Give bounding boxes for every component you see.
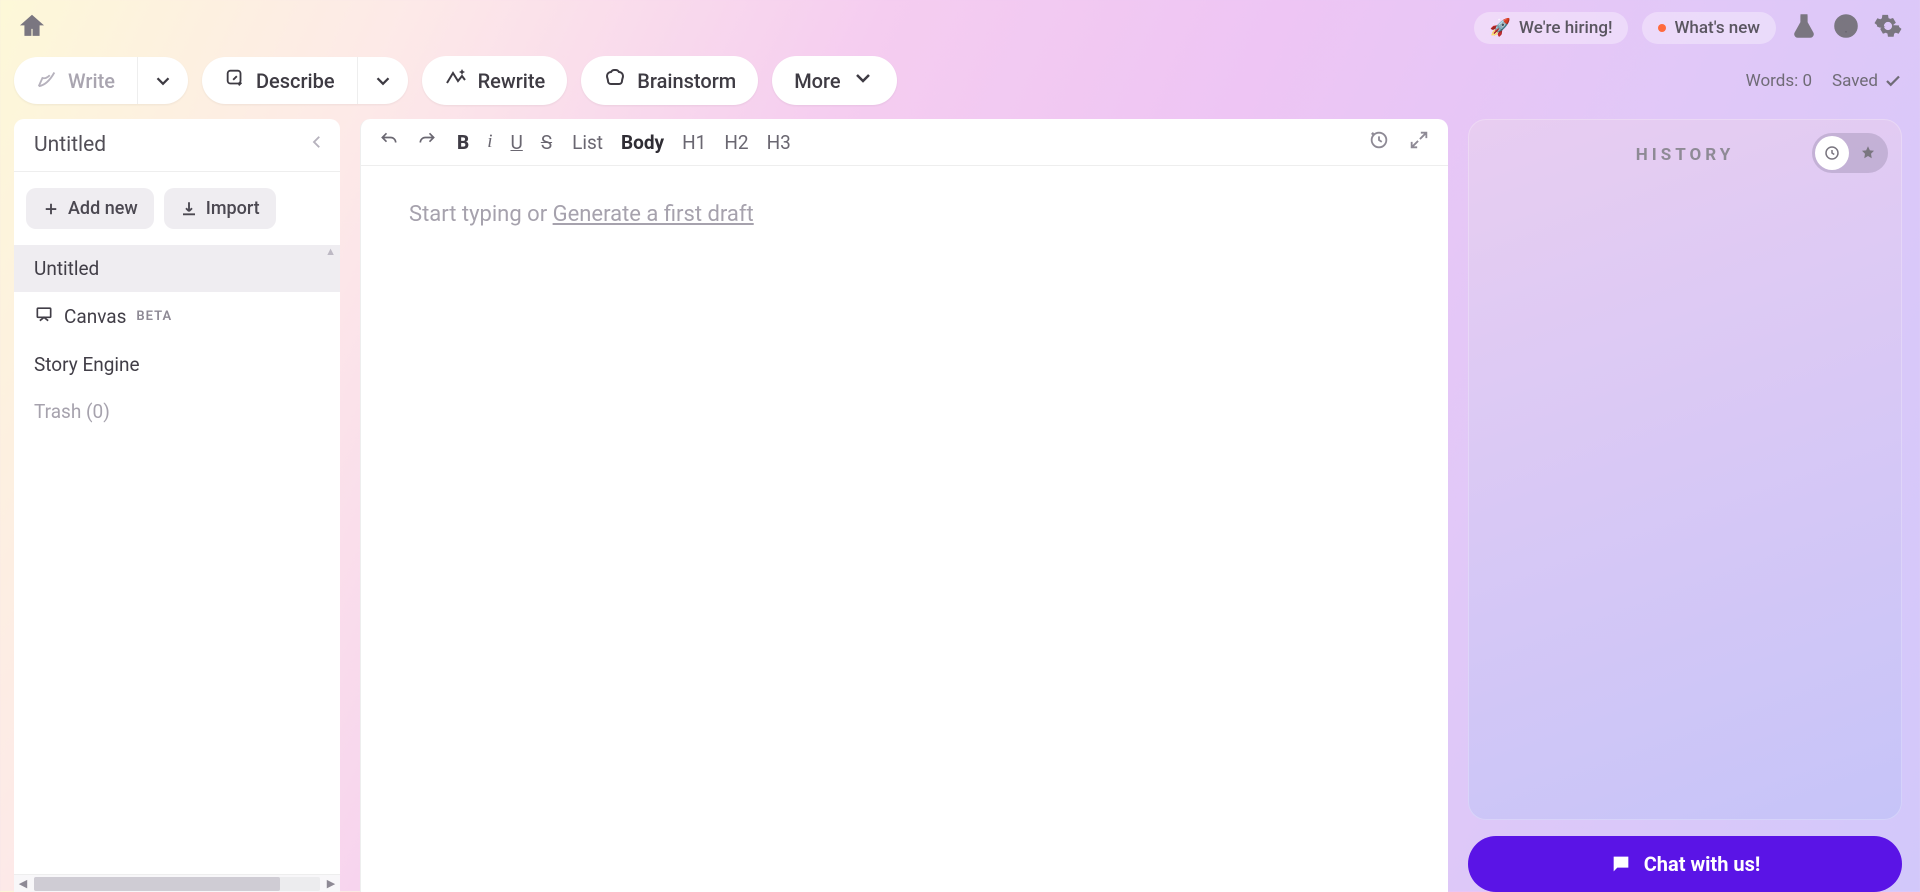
import-button[interactable]: Import [164,188,276,229]
strike-button[interactable]: S [541,131,552,154]
write-label: Write [68,69,115,93]
word-count: Words: 0 [1746,71,1812,91]
rocket-icon: 🚀 [1490,18,1511,38]
sidebar-item-canvas[interactable]: Canvas BETA [14,292,340,341]
history-clock-icon[interactable] [1368,129,1390,155]
document-title[interactable]: Untitled [34,133,106,157]
h2-button[interactable]: H2 [724,131,748,154]
describe-button[interactable]: Describe [202,57,357,104]
canvas-icon [34,304,54,329]
notification-dot-icon [1658,24,1666,32]
list-button[interactable]: List [572,131,603,154]
scroll-hint-icon: ▲ [325,245,336,258]
chat-button[interactable]: Chat with us! [1468,836,1902,892]
write-button-group: Write [14,57,188,104]
hiring-link[interactable]: 🚀 We're hiring! [1474,12,1629,44]
settings-icon[interactable] [1874,12,1902,44]
history-panel: HISTORY Chat with us! [1468,119,1902,892]
history-starred-toggle[interactable] [1851,136,1885,170]
whats-new-link[interactable]: What's new [1642,12,1776,44]
sidebar-item-trash[interactable]: Trash (0) [14,388,340,435]
editor-body[interactable]: Start typing or Generate a first draft [361,166,1448,892]
import-label: Import [206,198,260,219]
more-button[interactable]: More [772,56,896,105]
expand-icon[interactable] [1408,129,1430,155]
brainstorm-label: Brainstorm [637,69,736,93]
scroll-right-icon[interactable]: ▶ [322,877,340,890]
generate-first-draft-link[interactable]: Generate a first draft [553,202,754,227]
whats-new-label: What's new [1674,18,1760,38]
rewrite-label: Rewrite [478,69,546,93]
more-label: More [794,69,840,93]
chevron-down-icon [851,66,875,95]
sidebar-item-untitled[interactable]: Untitled [14,245,340,292]
h1-button[interactable]: H1 [682,131,706,154]
brainstorm-icon [603,66,627,95]
body-style-button[interactable]: Body [621,131,664,154]
scroll-left-icon[interactable]: ◀ [14,877,32,890]
home-icon[interactable] [18,12,46,44]
italic-button[interactable]: i [487,131,492,153]
labs-icon[interactable] [1790,12,1818,44]
brainstorm-button[interactable]: Brainstorm [581,56,758,105]
write-button[interactable]: Write [14,57,137,104]
sidebar-horizontal-scrollbar[interactable]: ◀ ▶ [14,874,340,892]
describe-label: Describe [256,69,335,93]
quill-icon [36,67,58,94]
sidebar-item-story-engine[interactable]: Story Engine [14,341,340,388]
describe-icon [224,67,246,94]
underline-button[interactable]: U [510,131,522,154]
import-icon [180,200,198,218]
hiring-label: We're hiring! [1519,18,1612,38]
undo-button[interactable] [379,130,399,155]
write-dropdown[interactable] [137,57,188,104]
collapse-sidebar-button[interactable] [308,133,326,157]
help-icon[interactable] [1832,12,1860,44]
saved-status: Saved [1832,71,1902,91]
plus-icon [42,200,60,218]
describe-dropdown[interactable] [357,57,408,104]
sidebar: Untitled Add new Import ▲ Untitled [14,119,340,892]
chat-label: Chat with us! [1644,852,1761,876]
rewrite-icon [444,66,468,95]
bold-button[interactable]: B [457,131,469,154]
editor-placeholder-prefix: Start typing or [409,202,553,227]
add-new-button[interactable]: Add new [26,188,154,229]
clock-icon [1823,144,1841,162]
editor: B i U S List Body H1 H2 H3 [360,119,1448,892]
rewrite-button[interactable]: Rewrite [422,56,568,105]
h3-button[interactable]: H3 [767,131,791,154]
check-icon [1884,72,1902,90]
star-icon [1859,144,1877,162]
chat-icon [1610,853,1632,875]
describe-button-group: Describe [202,57,408,104]
redo-button[interactable] [417,130,437,155]
beta-badge: BETA [136,309,172,324]
history-toggle [1812,133,1888,173]
history-recent-toggle[interactable] [1815,136,1849,170]
add-new-label: Add new [68,198,138,219]
